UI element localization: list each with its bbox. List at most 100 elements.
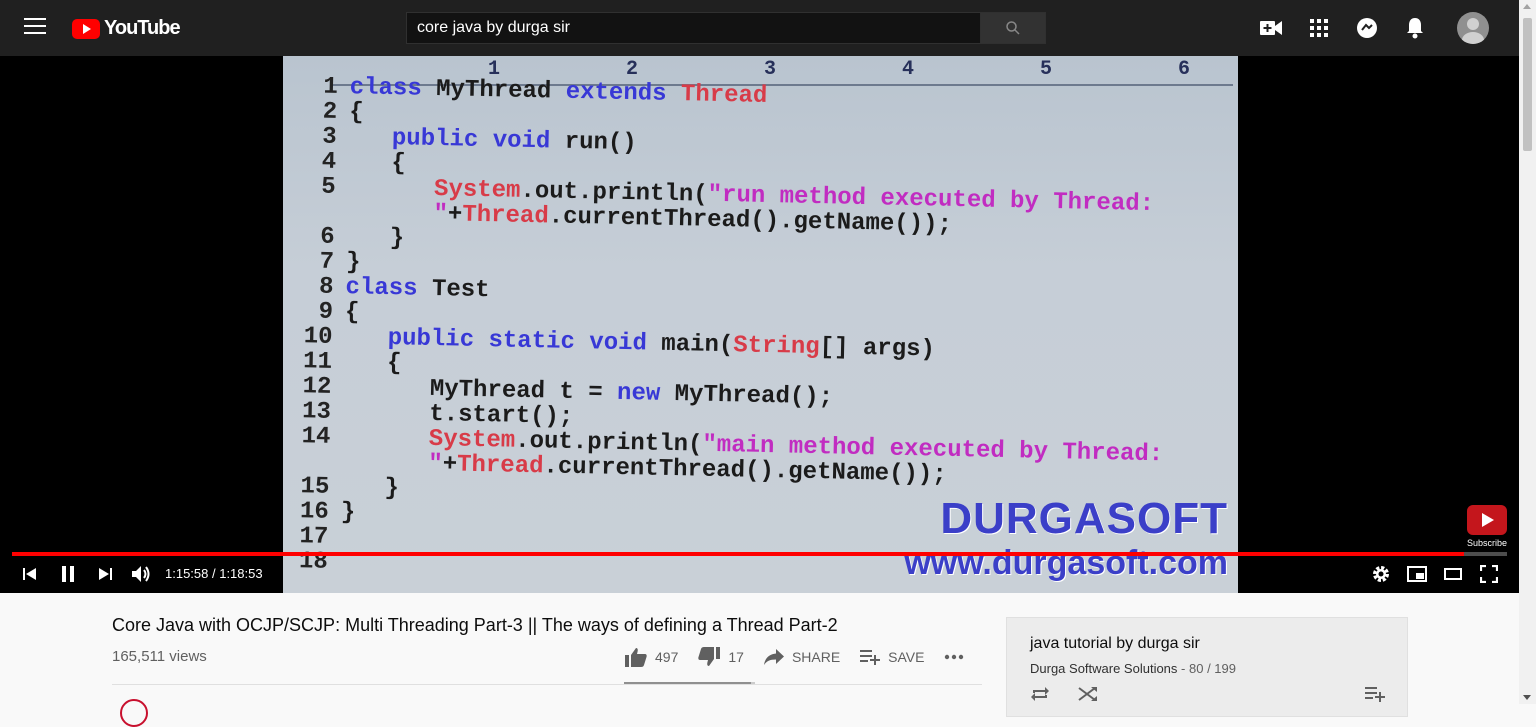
playlist-position: 80 / 199 — [1189, 661, 1236, 676]
menu-icon[interactable] — [24, 18, 46, 38]
line-number: 17 — [299, 523, 329, 551]
line-number: 6 — [319, 223, 335, 251]
scroll-down-arrow[interactable] — [1523, 695, 1531, 700]
scroll-thumb[interactable] — [1523, 18, 1532, 151]
save-button[interactable]: SAVE — [860, 649, 924, 665]
line-number: 10 — [303, 323, 333, 351]
add-to-playlist-icon — [1365, 687, 1385, 702]
page-scrollbar[interactable] — [1519, 0, 1536, 704]
theater-mode-button[interactable] — [1435, 556, 1471, 592]
view-count: 165,511 views — [112, 648, 207, 665]
code-token: + — [442, 451, 458, 479]
playlist-controls — [1030, 686, 1098, 702]
settings-gear-icon — [1373, 566, 1389, 582]
messages-icon — [1357, 18, 1377, 38]
youtube-play-icon — [72, 18, 100, 39]
code-token: { — [348, 99, 364, 127]
line-number: 15 — [300, 473, 330, 501]
line-number: 9 — [318, 298, 334, 326]
share-button[interactable]: SHARE — [763, 649, 841, 665]
line-number — [285, 467, 330, 468]
video-info-section: Core Java with OCJP/SCJP: Multi Threadin… — [0, 593, 1519, 727]
line-number: 4 — [321, 148, 337, 176]
line-number: 12 — [302, 373, 332, 401]
line-number — [290, 217, 335, 218]
info-divider — [112, 684, 982, 685]
dislike-button[interactable]: 17 — [698, 647, 744, 667]
video-frame: 123456 1 class MyThread extends Thread 2{3… — [283, 56, 1238, 593]
apps-button[interactable] — [1303, 12, 1335, 44]
code-token: } — [340, 499, 356, 527]
like-button[interactable]: 497 — [625, 647, 678, 667]
code-token: MyThread — [435, 76, 567, 106]
subscribe-watermark[interactable]: Subscribe — [1467, 505, 1507, 548]
notifications-button[interactable] — [1399, 12, 1431, 44]
line-number: 7 — [319, 248, 335, 276]
playlist-subtitle: Durga Software Solutions - 80 / 199 — [1030, 661, 1236, 676]
code-token: " — [433, 200, 449, 229]
ruler-mark: 4 — [902, 58, 915, 81]
video-actions: 497 17 SHARE SAVE — [625, 647, 984, 667]
pause-button[interactable] — [50, 556, 86, 592]
account-avatar[interactable] — [1457, 12, 1489, 44]
code-token: } — [346, 224, 405, 253]
code-token: + — [447, 201, 463, 229]
line-number: 5 — [320, 173, 336, 201]
header-actions — [1255, 12, 1489, 44]
logo-text: YouTube — [104, 17, 181, 39]
subscribe-icon — [1466, 505, 1507, 535]
next-icon — [99, 568, 112, 580]
ruler-mark: 2 — [626, 58, 639, 81]
like-count: 497 — [655, 649, 679, 665]
search-icon — [1006, 21, 1020, 35]
video-player[interactable]: 123456 1 class MyThread extends Thread 2{3… — [0, 56, 1519, 593]
playlist-title[interactable]: java tutorial by durga sir — [1030, 635, 1200, 653]
notifications-icon — [1407, 18, 1423, 39]
more-actions-button[interactable] — [944, 654, 964, 660]
search-button[interactable] — [981, 12, 1046, 44]
shuffle-icon[interactable] — [1078, 686, 1098, 702]
next-button[interactable] — [87, 556, 123, 592]
search-input[interactable] — [406, 12, 981, 44]
code-token: new — [616, 379, 675, 409]
share-label: SHARE — [791, 649, 841, 665]
fullscreen-button[interactable] — [1471, 556, 1507, 592]
code-token: main( — [661, 330, 734, 360]
code-token: [] args) — [819, 334, 936, 364]
channel-avatar[interactable] — [120, 699, 148, 727]
line-number: 11 — [302, 348, 333, 376]
search-bar — [406, 12, 1046, 44]
code-token: { — [344, 299, 360, 327]
player-controls: 1:15:58 / 1:18:53 — [0, 556, 1519, 593]
code-token: } — [345, 249, 361, 277]
settings-button[interactable] — [1363, 556, 1399, 592]
ruler-mark: 6 — [1178, 58, 1191, 81]
masthead: YouTube — [0, 0, 1519, 56]
code-token: } — [341, 474, 400, 503]
volume-button[interactable] — [123, 556, 159, 592]
playlist-channel[interactable]: Durga Software Solutions — [1030, 661, 1177, 676]
messages-button[interactable] — [1351, 12, 1383, 44]
line-number: 1 — [323, 73, 339, 101]
code-token: { — [343, 349, 402, 378]
subscribe-label: Subscribe — [1466, 538, 1507, 548]
line-number: 3 — [321, 123, 337, 151]
youtube-logo[interactable]: YouTube — [72, 17, 181, 40]
previous-button[interactable] — [12, 556, 48, 592]
thumbs-up-icon — [625, 648, 647, 667]
loop-icon[interactable] — [1030, 686, 1050, 702]
time-display: 1:15:58 / 1:18:53 — [165, 566, 263, 581]
code-token: Thread — [680, 81, 768, 110]
scroll-up-arrow[interactable] — [1523, 4, 1531, 9]
line-number: 2 — [322, 98, 338, 126]
line-number: 13 — [301, 398, 332, 426]
code-token: " — [427, 450, 443, 479]
create-video-button[interactable] — [1255, 12, 1287, 44]
playlist-panel: java tutorial by durga sir Durga Softwar… — [1006, 617, 1408, 717]
code-token: Test — [431, 275, 490, 305]
watermark-name: DURGASOFT — [940, 494, 1228, 543]
miniplayer-button[interactable] — [1399, 556, 1435, 592]
